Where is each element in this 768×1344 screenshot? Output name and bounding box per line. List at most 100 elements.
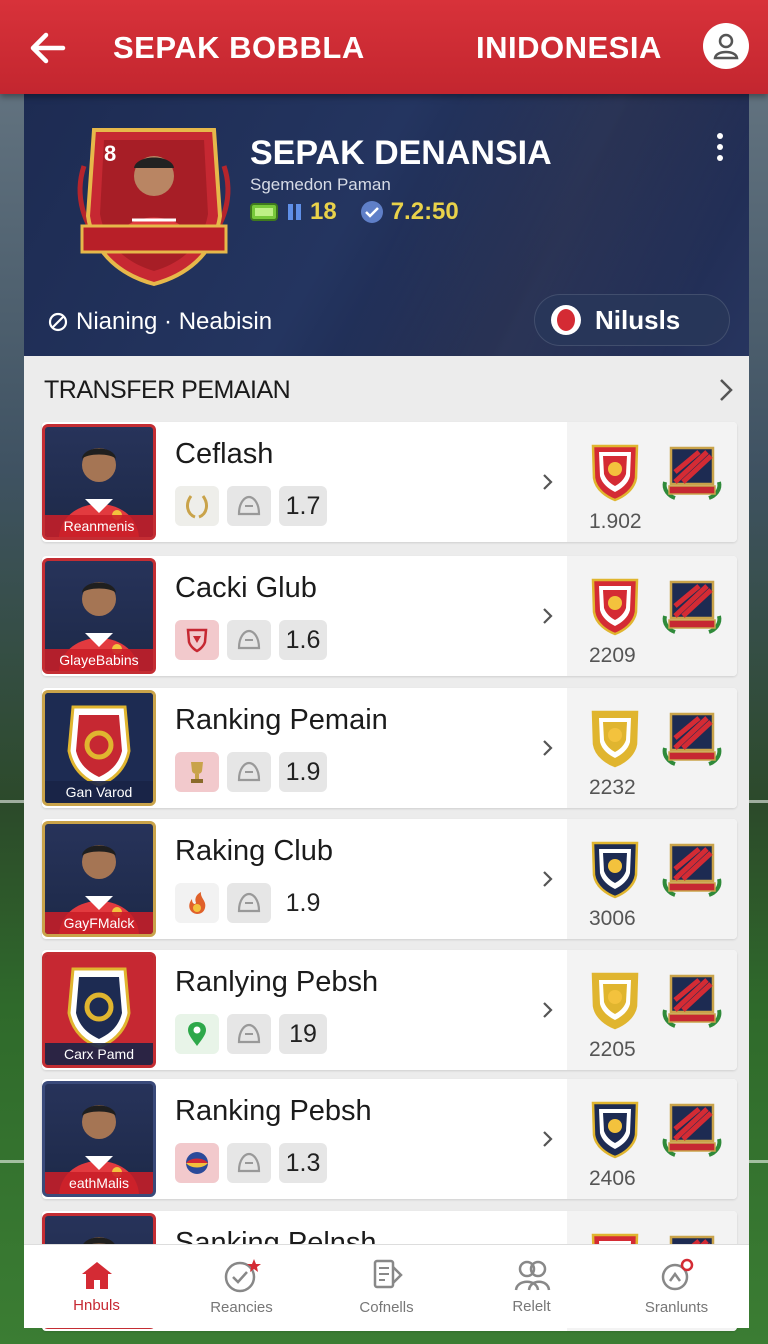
hero-stats: 18 7.2:50: [250, 198, 459, 226]
transfer-year: 3006: [589, 907, 636, 930]
nav-item-relelt[interactable]: Relelt: [459, 1245, 604, 1328]
helmet-icon: [237, 629, 261, 650]
transfer-row[interactable]: eathMalis Ranking Pebsh 1.3 2406: [42, 1079, 737, 1199]
chevron-right-icon: [540, 470, 556, 494]
stat1-value: 18: [310, 198, 337, 225]
club-crest-icon: [662, 712, 722, 766]
helmet-icon: [237, 1023, 261, 1044]
ball-star-icon: [224, 1259, 261, 1293]
rating-value: 19: [279, 1014, 327, 1054]
signal-bars-icon: [288, 204, 301, 220]
transfer-row[interactable]: Gan Varod Ranking Pemain 1.9 2232: [42, 688, 737, 808]
from-club-crest: [589, 970, 641, 1030]
helmet-icon: [237, 495, 261, 516]
row-title: Cacki Glub: [175, 572, 317, 604]
transfer-row[interactable]: Carx Pamd Ranlying Pebsh 19 2205: [42, 950, 737, 1070]
rating-value: 1.7: [279, 486, 327, 526]
back-button[interactable]: [26, 26, 70, 70]
live-status-button[interactable]: Nilusls: [534, 294, 730, 346]
back-arrow-icon: [30, 32, 66, 64]
shield-icon: [186, 628, 208, 653]
club-crest-icon: [591, 841, 639, 899]
thumbnail-caption: eathMalis: [45, 1172, 153, 1194]
club-transfer-box: 1.902: [567, 422, 737, 542]
transfer-row[interactable]: Reanmenis Ceflash 1.7 1.902: [42, 422, 737, 542]
row-thumbnail: GayFMalck: [42, 821, 156, 937]
transfer-year: 2232: [589, 776, 636, 799]
chevron-right-icon: [540, 736, 556, 760]
thumbnail-caption: Carx Pamd: [45, 1043, 153, 1065]
nav-item-reancies[interactable]: Reancies: [169, 1245, 314, 1328]
from-club-crest: [589, 839, 641, 899]
nav-item-sranlunts[interactable]: Sranlunts: [604, 1245, 749, 1328]
svg-text:8: 8: [104, 141, 116, 166]
club-crest-icon: [591, 972, 639, 1030]
ball-chip: [227, 883, 271, 923]
ball-chip: [227, 1014, 271, 1054]
laurel-icon: [186, 495, 208, 519]
club-transfer-box: 2406: [567, 1079, 737, 1199]
category-chip: [175, 1143, 219, 1183]
club-crest-icon: [591, 1101, 639, 1159]
row-thumbnail: Carx Pamd: [42, 952, 156, 1068]
chevron-right-icon: [720, 379, 733, 401]
chevron-right-icon: [540, 1127, 556, 1151]
thumbnail-caption: GlayeBabins: [45, 649, 153, 671]
row-thumbnail: eathMalis: [42, 1081, 156, 1197]
record-icon: [551, 305, 581, 335]
app-title: SEPAK BOBBLA: [113, 30, 365, 65]
check-circle-icon: [360, 201, 383, 223]
profile-button[interactable]: [703, 23, 749, 69]
chevron-right-icon: [540, 604, 556, 628]
transfer-row[interactable]: GlayeBabins Cacki Glub 1.6 2209: [42, 556, 737, 676]
hero-card: 8 SEPAK DENANSIA Sgemedon Paman 18 7.2:5…: [24, 94, 749, 356]
player-badge: 8: [77, 128, 231, 286]
section-title: TRANSFER PEMAIAN: [44, 375, 291, 404]
helmet-icon: [237, 1152, 261, 1173]
to-club-crest: [659, 708, 725, 770]
to-club-crest: [659, 970, 725, 1032]
location-pin-icon: [188, 1022, 206, 1046]
country-title: INIDONESIA: [476, 30, 662, 65]
user-profile-icon: [713, 33, 739, 60]
block-icon: [48, 312, 68, 332]
row-thumbnail: Reanmenis: [42, 424, 156, 540]
top-app-bar: SEPAK BOBBLA INIDONESIA: [0, 0, 768, 94]
row-title: Ceflash: [175, 438, 274, 470]
transfer-row[interactable]: GayFMalck Raking Club 1.9 3006: [42, 819, 737, 939]
club-crest-icon: [591, 710, 639, 768]
users-icon: [514, 1260, 550, 1291]
flame-icon: [189, 892, 206, 914]
nav-item-home[interactable]: Hnbuls: [24, 1245, 169, 1328]
thumbnail-caption: GayFMalck: [45, 912, 153, 934]
from-club-crest: [589, 708, 641, 768]
club-crest-icon: [662, 580, 722, 634]
section-header-transfer[interactable]: TRANSFER PEMAIAN: [44, 370, 734, 410]
thumbnail-caption: Gan Varod: [45, 781, 153, 803]
more-options-button[interactable]: [708, 130, 732, 164]
row-title: Ranlying Pebsh: [175, 966, 379, 998]
transfer-panel: TRANSFER PEMAIAN Reanmenis Ceflash 1.7 1.90…: [24, 356, 749, 1331]
nav-item-cofnells[interactable]: Cofnells: [314, 1245, 459, 1328]
row-chips: 19: [175, 1014, 327, 1054]
club-transfer-box: 2205: [567, 950, 737, 1070]
club-transfer-box: 2209: [567, 556, 737, 676]
club-transfer-box: 3006: [567, 819, 737, 939]
ball-chip: [227, 486, 271, 526]
category-chip: [175, 883, 219, 923]
ball-chip: [227, 1143, 271, 1183]
settings-alert-icon: [661, 1258, 693, 1291]
rating-value: 1.6: [279, 620, 327, 660]
from-club-crest: [589, 1099, 641, 1159]
transfer-year: 2209: [589, 644, 636, 667]
home-icon: [81, 1262, 112, 1289]
hero-player-name: SEPAK DENANSIA: [250, 134, 552, 172]
document-icon: [373, 1259, 403, 1289]
rating-value: 1.9: [279, 883, 327, 923]
to-club-crest: [659, 442, 725, 504]
club-crest-icon: [662, 1103, 722, 1157]
club-crest-icon: [591, 578, 639, 636]
row-thumbnail: Gan Varod: [42, 690, 156, 806]
helmet-icon: [237, 761, 261, 782]
club-transfer-box: 2232: [567, 688, 737, 808]
